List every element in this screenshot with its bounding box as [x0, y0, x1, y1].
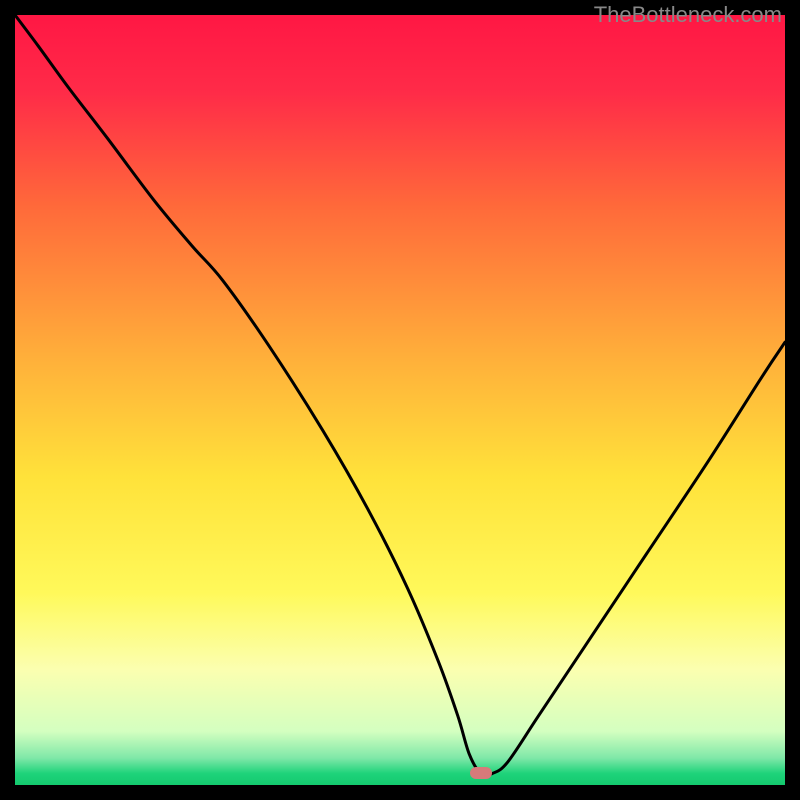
watermark-text: TheBottleneck.com: [594, 2, 782, 28]
optimal-point-marker: [470, 767, 492, 779]
chart-container: TheBottleneck.com: [0, 0, 800, 800]
bottleneck-curve: [15, 15, 785, 785]
plot-area: [15, 15, 785, 785]
